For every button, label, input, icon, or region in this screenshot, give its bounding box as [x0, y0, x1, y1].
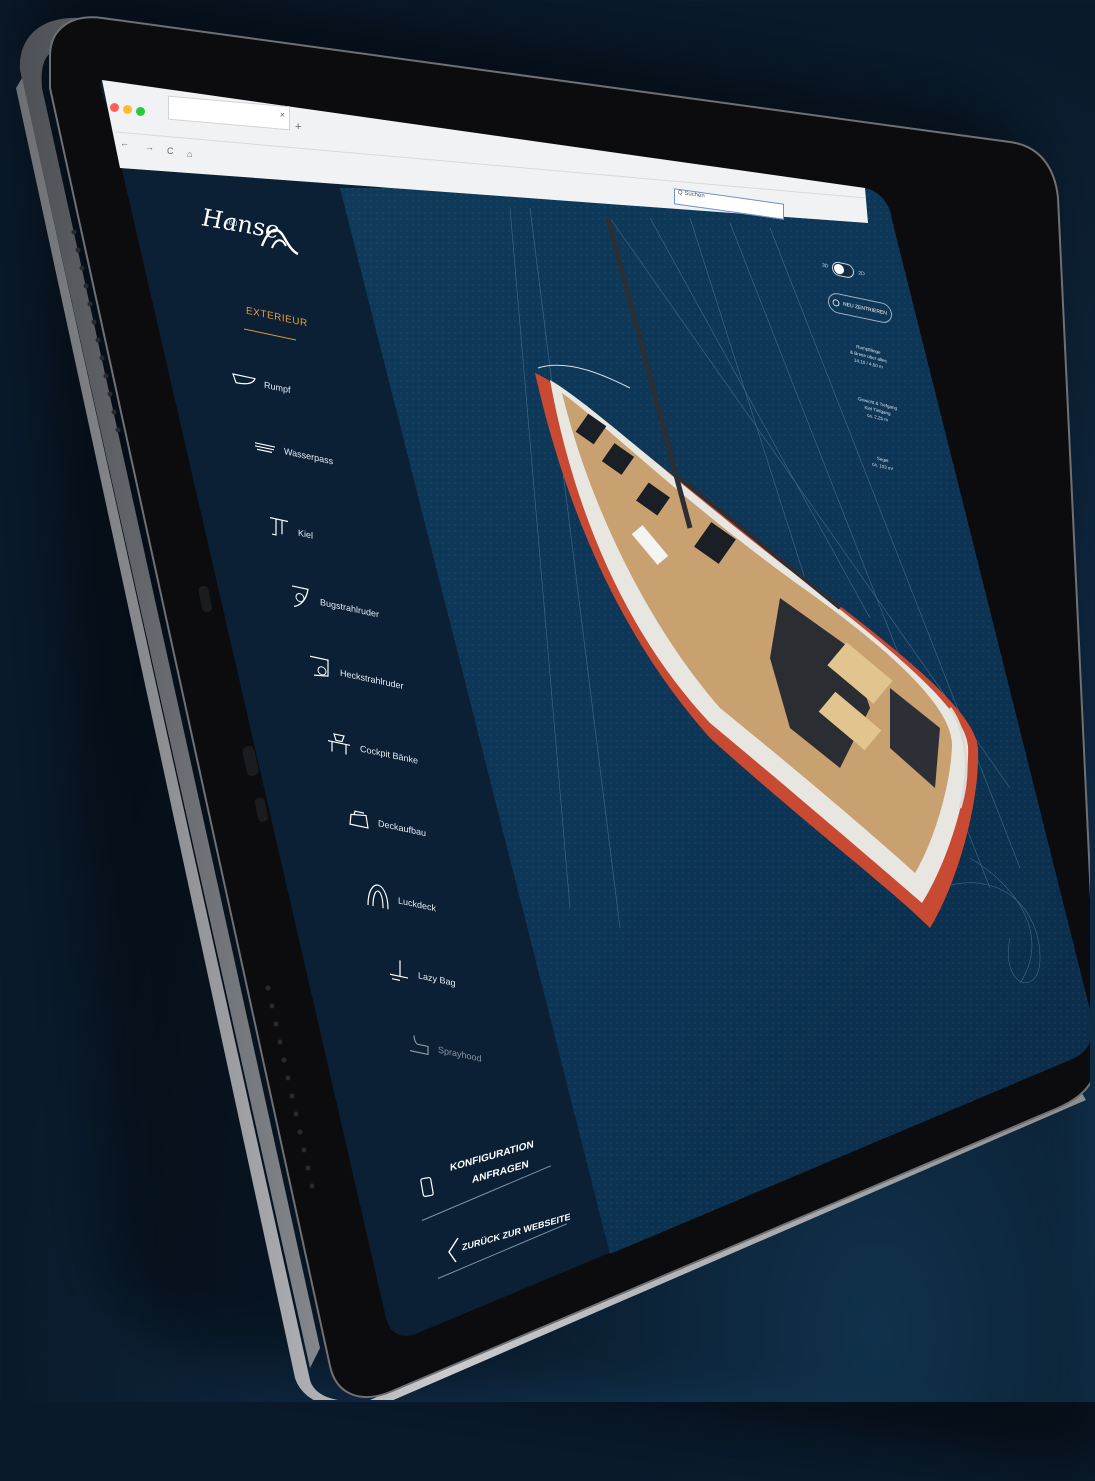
- nav-lazy-bag-label: Lazy Bag: [418, 970, 456, 989]
- tablet-device: × + ← → C ⌂ Q Suchen Hanse 460 EXTERIEUR…: [10, 8, 1090, 1400]
- chevron-left-icon: [448, 1237, 459, 1263]
- lazy-bag-icon: [390, 960, 408, 981]
- home-icon[interactable]: ⌂: [187, 149, 192, 159]
- new-tab-icon[interactable]: +: [295, 121, 301, 133]
- wave-logo-icon: [260, 228, 299, 256]
- nav-luckdeck-label: Luckdeck: [398, 895, 437, 914]
- recenter-label: NEU ZENTRIEREN: [843, 301, 887, 317]
- bow-thruster-icon: [292, 585, 309, 607]
- toggle-2d-label: 2D: [858, 270, 865, 278]
- forward-icon[interactable]: →: [145, 142, 154, 152]
- sprayhood-icon: [410, 1035, 429, 1056]
- close-window-icon[interactable]: [110, 103, 119, 112]
- phone-icon: [420, 1176, 434, 1198]
- reload-icon[interactable]: C: [167, 146, 174, 156]
- keel-icon: [270, 517, 288, 536]
- recenter-icon: [832, 299, 840, 307]
- nav-kiel-label: Kiel: [298, 527, 314, 541]
- toggle-3d-label: 3D: [822, 262, 829, 270]
- hatch-icon: [367, 884, 389, 910]
- nav-sprayhood-label: Sprayhood: [438, 1044, 482, 1064]
- minimize-window-icon[interactable]: [123, 105, 132, 114]
- toggle-knob: [834, 263, 845, 276]
- marketing-scene: × + ← → C ⌂ Q Suchen Hanse 460 EXTERIEUR…: [0, 0, 1095, 1481]
- nav-cockpit-baenke-label: Cockpit Bänke: [360, 743, 419, 766]
- back-icon[interactable]: ←: [120, 138, 129, 148]
- deckhouse-icon: [349, 810, 369, 829]
- tablet-frame: [16, 16, 1090, 1400]
- cockpit-bench-icon: [328, 733, 350, 755]
- tab-close-icon[interactable]: ×: [280, 109, 285, 119]
- maximize-window-icon[interactable]: [136, 107, 145, 116]
- stern-thruster-icon: [310, 655, 329, 677]
- nav-deckaufbau-label: Deckaufbau: [378, 818, 427, 839]
